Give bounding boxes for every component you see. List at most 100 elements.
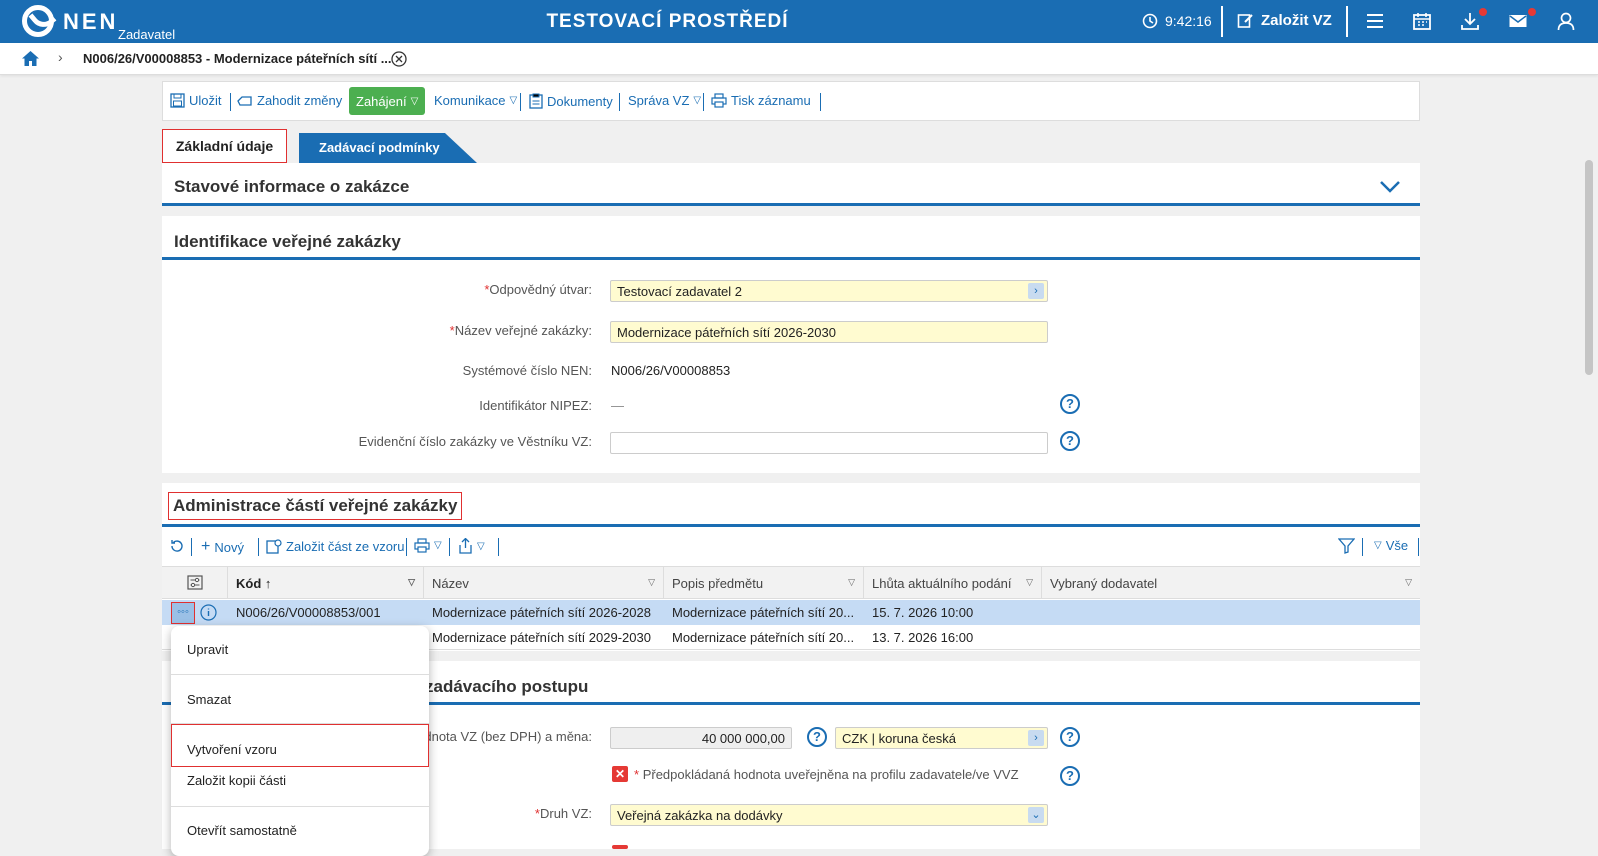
clock-icon [1142, 13, 1158, 29]
chevron-right-icon[interactable]: › [1028, 730, 1044, 746]
value-amount-input[interactable]: 40 000 000,00 [610, 727, 792, 749]
export-dropdown[interactable]: ▽ [458, 538, 485, 554]
environment-title: TESTOVACÍ PROSTŘEDÍ [546, 11, 789, 32]
chevron-down-icon[interactable]: ⌄ [1028, 807, 1044, 823]
column-code[interactable]: Kód ↑ ▽ [228, 567, 424, 599]
column-filter-icon[interactable]: ▽ [648, 577, 655, 588]
mail-badge [1528, 8, 1536, 16]
menu-icon[interactable] [1365, 11, 1385, 31]
print-record-button[interactable]: Tisk záznamu [711, 93, 811, 108]
admin-vz-dropdown[interactable]: Správa VZ ▽ [628, 93, 701, 108]
help-icon[interactable]: ? [1060, 766, 1080, 786]
top-bar: NEN Zadavatel TESTOVACÍ PROSTŘEDÍ 9:42:1… [0, 0, 1598, 43]
print-dropdown[interactable]: ▽ [414, 538, 442, 553]
menu-item-copy-part[interactable]: Založit kopii části [187, 773, 286, 788]
tab-tender-conditions[interactable]: Zadávací podmínky [299, 133, 477, 163]
create-vz-button[interactable]: Založit VZ [1237, 12, 1332, 29]
chevron-right-icon[interactable]: › [1028, 283, 1044, 299]
page-scrollbar[interactable] [1585, 160, 1593, 375]
table-row[interactable]: ◦◦◦ N006/26/V00008853/001 Modernizace pá… [162, 600, 1420, 625]
new-part-button[interactable]: + Nový [201, 538, 244, 556]
breadcrumb: › N006/26/V00008853 - Modernizace páteřn… [0, 43, 1598, 75]
breadcrumb-current[interactable]: N006/26/V00008853 - Modernizace páteřníc… [83, 51, 392, 66]
parts-title: Administrace částí veřejné zakázky [168, 492, 463, 520]
help-icon[interactable]: ? [1060, 431, 1080, 451]
communication-dropdown[interactable]: Komunikace ▽ [434, 93, 517, 108]
cell-name: Modernizace páteřních sítí 2026-2028 [432, 605, 651, 620]
cell-deadline: 13. 7. 2026 16:00 [872, 630, 974, 645]
discard-icon [237, 96, 252, 106]
tab-basic-info[interactable]: Základní údaje [162, 129, 287, 163]
discard-changes-button[interactable]: Zahodit změny [237, 93, 342, 108]
sysnum-label: Systémové číslo NEN: [462, 363, 592, 378]
view-all-label: Vše [1385, 538, 1409, 553]
column-filter-icon[interactable]: ▽ [1026, 577, 1033, 588]
column-supplier[interactable]: Vybraný dodavatel ▽ [1042, 567, 1420, 599]
type-value: Veřejná zakázka na dodávky [617, 808, 783, 823]
save-label: Uložit [189, 93, 222, 108]
save-button[interactable]: Uložit [170, 93, 222, 108]
row-context-menu: Upravit Smazat Vytvoření vzoru Založit k… [171, 626, 429, 856]
cell-description: Modernizace páteřních sítí 20... [672, 630, 855, 645]
published-checkbox[interactable]: ✕ [612, 766, 628, 782]
chevron-right-icon: › [58, 49, 63, 65]
template-icon [266, 539, 282, 554]
column-filter-icon[interactable]: ▽ [848, 577, 855, 588]
create-template-label: Vytvoření vzoru [187, 742, 277, 757]
partial-checkbox [612, 845, 628, 849]
calendar-icon[interactable] [1412, 11, 1432, 31]
help-icon[interactable]: ? [807, 727, 827, 747]
download-icon[interactable] [1460, 11, 1480, 31]
identification-title: Identifikace veřejné zakázky [174, 232, 401, 251]
home-icon[interactable] [21, 50, 40, 67]
admin-vz-label: Správa VZ [628, 93, 690, 108]
column-description[interactable]: Popis předmětu ▽ [664, 567, 864, 599]
help-icon[interactable]: ? [1060, 394, 1080, 414]
refresh-icon[interactable] [169, 538, 185, 554]
view-all-dropdown[interactable]: ▽ Vše [1374, 538, 1408, 553]
create-vz-label: Založit VZ [1261, 12, 1332, 29]
user-icon[interactable] [1556, 11, 1576, 31]
cell-deadline: 15. 7. 2026 10:00 [872, 605, 974, 620]
session-clock: 9:42:16 [1142, 13, 1212, 29]
nipez-value: — [611, 398, 624, 413]
menu-item-create-template[interactable]: Vytvoření vzoru [171, 724, 429, 767]
printer-icon [711, 93, 727, 108]
documents-button[interactable]: Dokumenty [529, 93, 613, 109]
help-icon[interactable]: ? [1060, 727, 1080, 747]
chevron-down-icon[interactable] [1379, 180, 1401, 194]
start-dropdown-button[interactable]: Zahájení ▽ [349, 87, 426, 115]
dropdown-triangle-icon: ▽ [410, 95, 419, 107]
name-field[interactable]: Modernizace páteřních sítí 2026-2030 [610, 321, 1048, 343]
nipez-label: Identifikátor NIPEZ: [479, 398, 592, 413]
identification-panel: Identifikace veřejné zakázky *Odpovědný … [162, 216, 1420, 473]
close-tab-icon[interactable] [391, 51, 407, 67]
dropdown-triangle-icon: ▽ [509, 95, 518, 106]
row-actions-button[interactable]: ◦◦◦ [171, 602, 195, 624]
menu-item-edit[interactable]: Upravit [187, 642, 228, 657]
edit-icon [1237, 14, 1253, 28]
column-settings-icon[interactable] [187, 575, 203, 590]
create-from-template-button[interactable]: Založit část ze vzoru [266, 538, 405, 554]
communication-label: Komunikace [434, 93, 506, 108]
value-amount: 40 000 000,00 [701, 731, 785, 746]
cell-description: Modernizace páteřních sítí 20... [672, 605, 855, 620]
column-filter-icon[interactable]: ▽ [408, 577, 415, 588]
unit-label: *Odpovědný útvar: [484, 282, 592, 297]
clock-time: 9:42:16 [1165, 13, 1212, 29]
menu-item-open-separately[interactable]: Otevřít samostatně [187, 823, 297, 838]
export-icon [459, 538, 472, 554]
column-name[interactable]: Název ▽ [424, 567, 664, 599]
column-deadline[interactable]: Lhůta aktuálního podání ▽ [864, 567, 1042, 599]
journal-number-input[interactable] [610, 432, 1048, 454]
filter-icon[interactable] [1338, 538, 1355, 554]
published-label: * Předpokládaná hodnota uveřejněna na pr… [634, 767, 1019, 782]
document-icon [529, 93, 543, 109]
info-icon[interactable] [200, 604, 217, 621]
currency-field[interactable]: CZK | koruna česká › [835, 727, 1048, 749]
type-select[interactable]: Veřejná zakázka na dodávky ⌄ [610, 804, 1048, 826]
mail-icon[interactable] [1508, 11, 1528, 31]
column-filter-icon[interactable]: ▽ [1405, 577, 1412, 588]
menu-item-delete[interactable]: Smazat [187, 692, 231, 707]
unit-field[interactable]: Testovací zadavatel 2 › [610, 280, 1048, 302]
